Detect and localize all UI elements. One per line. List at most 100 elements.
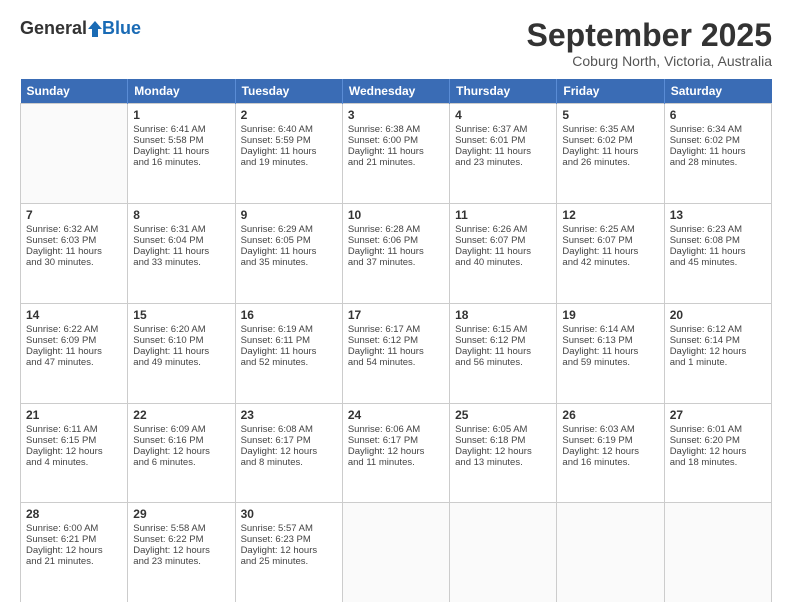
- cell-info-line: and 23 minutes.: [455, 157, 551, 168]
- cell-info-line: Sunset: 6:07 PM: [455, 235, 551, 246]
- table-row: 23Sunrise: 6:08 AMSunset: 6:17 PMDayligh…: [235, 403, 342, 503]
- cell-info-line: and 45 minutes.: [670, 257, 766, 268]
- day-number: 20: [670, 308, 766, 322]
- cell-info-line: Sunrise: 6:35 AM: [562, 124, 658, 135]
- day-number: 2: [241, 108, 337, 122]
- cell-info-line: and 52 minutes.: [241, 357, 337, 368]
- cell-info-line: Daylight: 11 hours: [670, 146, 766, 157]
- cell-info-line: Daylight: 11 hours: [348, 246, 444, 257]
- day-number: 1: [133, 108, 229, 122]
- cell-info-line: and 18 minutes.: [670, 457, 766, 468]
- cell-info-line: Daylight: 11 hours: [562, 246, 658, 257]
- cell-info-line: Daylight: 11 hours: [133, 246, 229, 257]
- cell-info-line: Sunset: 6:15 PM: [26, 435, 122, 446]
- cell-info-line: Sunrise: 6:09 AM: [133, 424, 229, 435]
- cell-info-line: Daylight: 11 hours: [455, 346, 551, 357]
- cell-info-line: Sunset: 6:20 PM: [670, 435, 766, 446]
- cell-info-line: and 21 minutes.: [26, 556, 122, 567]
- cell-info-line: Daylight: 11 hours: [348, 346, 444, 357]
- table-row: 5Sunrise: 6:35 AMSunset: 6:02 PMDaylight…: [557, 104, 664, 204]
- page: General Blue September 2025 Coburg North…: [0, 0, 792, 612]
- cell-info-line: and 35 minutes.: [241, 257, 337, 268]
- col-wednesday: Wednesday: [342, 79, 449, 104]
- cell-info-line: Sunrise: 6:34 AM: [670, 124, 766, 135]
- table-row: 15Sunrise: 6:20 AMSunset: 6:10 PMDayligh…: [128, 303, 235, 403]
- table-row: 22Sunrise: 6:09 AMSunset: 6:16 PMDayligh…: [128, 403, 235, 503]
- cell-info-line: and 13 minutes.: [455, 457, 551, 468]
- table-row: 29Sunrise: 5:58 AMSunset: 6:22 PMDayligh…: [128, 503, 235, 602]
- cell-info-line: Sunset: 6:14 PM: [670, 335, 766, 346]
- table-row: [450, 503, 557, 602]
- day-number: 19: [562, 308, 658, 322]
- col-thursday: Thursday: [450, 79, 557, 104]
- cell-info-line: and 16 minutes.: [133, 157, 229, 168]
- cell-info-line: Sunrise: 6:29 AM: [241, 224, 337, 235]
- cell-info-line: Sunrise: 6:20 AM: [133, 324, 229, 335]
- cell-info-line: Daylight: 11 hours: [26, 246, 122, 257]
- table-row: 13Sunrise: 6:23 AMSunset: 6:08 PMDayligh…: [664, 203, 771, 303]
- cell-info-line: Daylight: 12 hours: [455, 446, 551, 457]
- cell-info-line: Daylight: 11 hours: [241, 246, 337, 257]
- cell-info-line: Sunset: 6:12 PM: [455, 335, 551, 346]
- table-row: 2Sunrise: 6:40 AMSunset: 5:59 PMDaylight…: [235, 104, 342, 204]
- cell-info-line: Sunrise: 6:12 AM: [670, 324, 766, 335]
- cell-info-line: Sunset: 6:04 PM: [133, 235, 229, 246]
- day-number: 28: [26, 507, 122, 521]
- cell-info-line: Daylight: 11 hours: [241, 146, 337, 157]
- cell-info-line: Sunrise: 6:25 AM: [562, 224, 658, 235]
- cell-info-line: Sunrise: 6:15 AM: [455, 324, 551, 335]
- table-row: 21Sunrise: 6:11 AMSunset: 6:15 PMDayligh…: [21, 403, 128, 503]
- cell-info-line: and 11 minutes.: [348, 457, 444, 468]
- cell-info-line: and 23 minutes.: [133, 556, 229, 567]
- cell-info-line: Sunrise: 6:01 AM: [670, 424, 766, 435]
- cell-info-line: Sunrise: 5:57 AM: [241, 523, 337, 534]
- cell-info-line: Daylight: 12 hours: [670, 346, 766, 357]
- cell-info-line: and 21 minutes.: [348, 157, 444, 168]
- day-number: 26: [562, 408, 658, 422]
- day-number: 21: [26, 408, 122, 422]
- table-row: 11Sunrise: 6:26 AMSunset: 6:07 PMDayligh…: [450, 203, 557, 303]
- logo-icon: [88, 21, 102, 37]
- table-row: 20 Sunrise: 6:12 AMSunset: 6:14 PMDayligh…: [664, 303, 771, 403]
- cell-info-line: Sunset: 6:21 PM: [26, 534, 122, 545]
- cell-info-line: Sunset: 6:23 PM: [241, 534, 337, 545]
- table-row: 10Sunrise: 6:28 AMSunset: 6:06 PMDayligh…: [342, 203, 449, 303]
- table-row: 4Sunrise: 6:37 AMSunset: 6:01 PMDaylight…: [450, 104, 557, 204]
- cell-info-line: and 8 minutes.: [241, 457, 337, 468]
- cell-info-line: and 4 minutes.: [26, 457, 122, 468]
- cell-info-line: Daylight: 12 hours: [241, 545, 337, 556]
- cell-info-line: Sunrise: 6:23 AM: [670, 224, 766, 235]
- table-row: [557, 503, 664, 602]
- day-number: 8: [133, 208, 229, 222]
- cell-info-line: and 1 minute.: [670, 357, 766, 368]
- cell-info-line: Sunrise: 6:03 AM: [562, 424, 658, 435]
- location: Coburg North, Victoria, Australia: [527, 53, 772, 69]
- cell-info-line: Sunset: 5:58 PM: [133, 135, 229, 146]
- table-row: 30Sunrise: 5:57 AMSunset: 6:23 PMDayligh…: [235, 503, 342, 602]
- day-number: 17: [348, 308, 444, 322]
- cell-info-line: Sunrise: 6:37 AM: [455, 124, 551, 135]
- cell-info-line: and 37 minutes.: [348, 257, 444, 268]
- day-number: 14: [26, 308, 122, 322]
- table-row: 12Sunrise: 6:25 AMSunset: 6:07 PMDayligh…: [557, 203, 664, 303]
- table-row: 14Sunrise: 6:22 AMSunset: 6:09 PMDayligh…: [21, 303, 128, 403]
- cell-info-line: Sunset: 6:12 PM: [348, 335, 444, 346]
- col-monday: Monday: [128, 79, 235, 104]
- day-number: 7: [26, 208, 122, 222]
- cell-info-line: Sunset: 6:18 PM: [455, 435, 551, 446]
- cell-info-line: Sunrise: 6:38 AM: [348, 124, 444, 135]
- day-number: 5: [562, 108, 658, 122]
- table-row: 25Sunrise: 6:05 AMSunset: 6:18 PMDayligh…: [450, 403, 557, 503]
- cell-info-line: Daylight: 12 hours: [133, 446, 229, 457]
- cell-info-line: Sunset: 6:11 PM: [241, 335, 337, 346]
- cell-info-line: Sunrise: 5:58 AM: [133, 523, 229, 534]
- day-number: 12: [562, 208, 658, 222]
- col-tuesday: Tuesday: [235, 79, 342, 104]
- table-row: 6Sunrise: 6:34 AMSunset: 6:02 PMDaylight…: [664, 104, 771, 204]
- day-number: 22: [133, 408, 229, 422]
- cell-info-line: Sunrise: 6:17 AM: [348, 324, 444, 335]
- col-friday: Friday: [557, 79, 664, 104]
- cell-info-line: and 6 minutes.: [133, 457, 229, 468]
- day-number: 23: [241, 408, 337, 422]
- day-number: 29: [133, 507, 229, 521]
